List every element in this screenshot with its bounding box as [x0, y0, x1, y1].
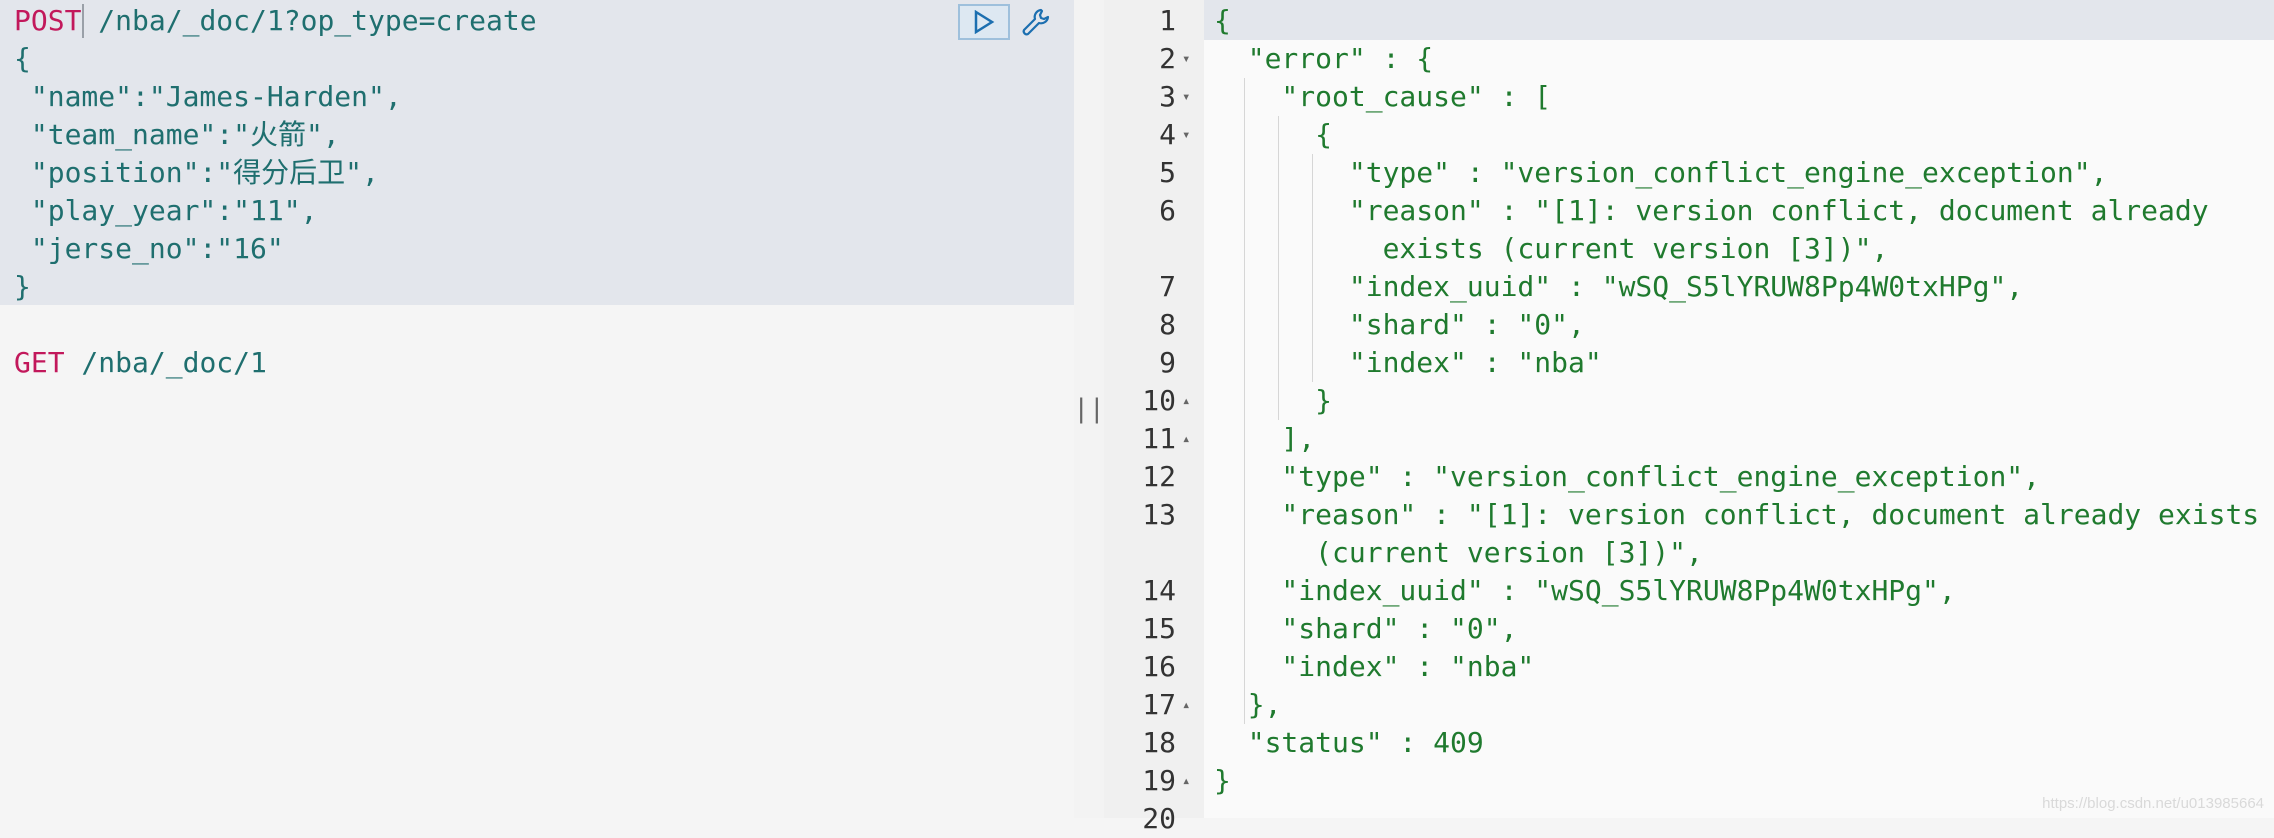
line-number: 19 — [1142, 764, 1176, 797]
response-code-line: "shard" : "0", — [1214, 612, 1518, 645]
response-code-line: { — [1214, 4, 1231, 37]
response-code-line: exists (current version [3])", — [1214, 232, 1889, 265]
fold-collapse-icon[interactable]: ▾ — [1182, 78, 1190, 116]
response-code-line: "index" : "nba" — [1214, 346, 1602, 379]
response-code-line: "type" : "version_conflict_engine_except… — [1214, 460, 2041, 493]
request-path: /nba/_doc/1 — [64, 346, 267, 379]
play-icon — [974, 10, 995, 34]
response-code-line: "type" : "version_conflict_engine_except… — [1214, 156, 2108, 189]
current-line-highlight — [1204, 0, 2274, 40]
request-actions — [958, 4, 1054, 40]
fold-end-icon[interactable]: ▴ — [1182, 420, 1190, 458]
send-request-button[interactable] — [958, 4, 1010, 40]
response-code-line: "root_cause" : [ — [1214, 80, 1552, 113]
http-method: GET — [14, 346, 65, 379]
pane-splitter[interactable]: || — [1073, 0, 1105, 818]
response-code-line: (current version [3])", — [1214, 536, 1703, 569]
line-number: 20 — [1142, 802, 1176, 835]
line-number: 2 — [1159, 42, 1176, 75]
line-number: 11 — [1142, 422, 1176, 455]
line-number: 10 — [1142, 384, 1176, 417]
fold-end-icon[interactable]: ▴ — [1182, 382, 1190, 420]
text-cursor — [82, 4, 84, 38]
line-number: 8 — [1159, 308, 1176, 341]
line-number: 18 — [1142, 726, 1176, 759]
request-body-line: "name":"James-Harden", — [14, 80, 402, 113]
request-body-line: { — [14, 42, 31, 75]
response-code-line: "index" : "nba" — [1214, 650, 1535, 683]
response-code-line: "reason" : "[1]: version conflict, docum… — [1214, 194, 2209, 227]
response-pane[interactable]: 1{2 ▾ "error" : {3 ▾ "root_cause" : [4 ▾ {5… — [1104, 0, 2274, 835]
line-number: 3 — [1159, 80, 1176, 113]
response-code-line: ], — [1214, 422, 1316, 455]
request-line-post[interactable]: POST /nba/_doc/1?op_type=create — [14, 2, 537, 40]
fold-end-icon[interactable]: ▴ — [1182, 762, 1190, 800]
line-number: 13 — [1142, 498, 1176, 531]
request-body-line: "position":"得分后卫", — [14, 156, 379, 189]
response-code-line: "index_uuid" : "wSQ_S5lYRUW8Pp4W0txHPg", — [1214, 270, 2024, 303]
fold-collapse-icon[interactable]: ▾ — [1182, 40, 1190, 78]
wrench-icon — [1022, 8, 1050, 36]
response-code-line: "index_uuid" : "wSQ_S5lYRUW8Pp4W0txHPg", — [1214, 574, 1956, 607]
splitter-grip-icon: || — [1073, 394, 1105, 424]
fold-end-icon[interactable]: ▴ — [1182, 686, 1190, 724]
response-code-line: }, — [1214, 688, 1282, 721]
watermark: https://blog.csdn.net/u013985664 — [2042, 795, 2264, 812]
response-code-line: "shard" : "0", — [1214, 308, 1585, 341]
request-body-line: "team_name":"火箭", — [14, 118, 340, 151]
http-method: POST — [14, 4, 82, 37]
line-number: 7 — [1159, 270, 1176, 303]
fold-collapse-icon[interactable]: ▾ — [1182, 116, 1190, 154]
request-body-line: "jerse_no":"16" — [14, 232, 284, 265]
line-number: 14 — [1142, 574, 1176, 607]
line-number: 15 — [1142, 612, 1176, 645]
request-line-get[interactable]: GET /nba/_doc/1 — [14, 344, 267, 382]
line-number: 4 — [1159, 118, 1176, 151]
line-number: 1 — [1159, 4, 1176, 37]
request-editor-pane[interactable]: POST /nba/_doc/1?op_type=create { "name"… — [0, 0, 1074, 818]
settings-wrench-button[interactable] — [1016, 4, 1054, 40]
line-number: 16 — [1142, 650, 1176, 683]
response-code-line: "error" : { — [1214, 42, 1434, 75]
line-number: 5 — [1159, 156, 1176, 189]
request-body-line: } — [14, 270, 31, 303]
line-number: 12 — [1142, 460, 1176, 493]
response-code-line: "reason" : "[1]: version conflict, docum… — [1214, 498, 2260, 531]
line-number: 17 — [1142, 688, 1176, 721]
line-number: 6 — [1159, 194, 1176, 227]
request-body-line: "play_year":"11", — [14, 194, 318, 227]
response-code-line: } — [1214, 384, 1333, 417]
response-code-line: "status" : 409 — [1214, 726, 1484, 759]
request-path: /nba/_doc/1?op_type=create — [81, 4, 537, 37]
response-code-line: { — [1214, 118, 1333, 151]
line-number: 9 — [1159, 346, 1176, 379]
response-code-line: } — [1214, 764, 1231, 797]
